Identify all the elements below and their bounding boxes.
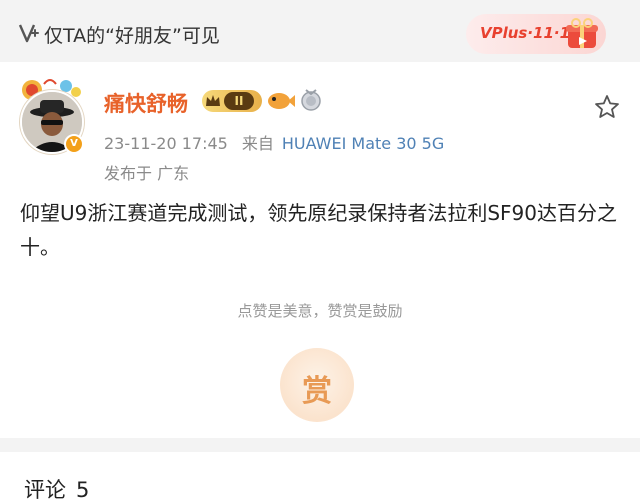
post-card: V 痛快舒畅 II 23-11-20 17:45 来自 HUAWEI Mate 30…: [0, 62, 640, 438]
comments-label: 评论: [24, 478, 66, 502]
visibility-bar: 仅TA的“好朋友”可见 VPlus·11·11: [0, 0, 640, 63]
member-level-text: II: [224, 92, 254, 110]
author-name[interactable]: 痛快舒畅: [104, 88, 188, 118]
star-outline-icon[interactable]: [594, 94, 620, 120]
source-label: 来自: [241, 134, 274, 153]
visibility-text: 仅TA的“好朋友”可见: [44, 25, 220, 47]
post-meta: 23-11-20 17:45 来自 HUAWEI Mate 30 5G: [104, 130, 444, 154]
comments-count: 5: [76, 478, 90, 502]
post-timestamp: 23-11-20 17:45: [104, 134, 228, 153]
reward-button[interactable]: 赏: [280, 348, 354, 422]
visibility-v-icon: [18, 24, 39, 43]
reward-button-label: 赏: [302, 374, 332, 409]
comments-header[interactable]: 评论 5: [24, 474, 89, 504]
v-verified-icon: V: [64, 134, 84, 154]
reward-hint: 点赞是美意，赞赏是鼓励: [237, 302, 403, 320]
crown-icon: [206, 95, 220, 106]
member-level-badge[interactable]: II: [202, 90, 262, 112]
gift-box-icon: [566, 18, 598, 48]
post-text: 仰望U9浙江赛道完成测试，领先原纪录保持者法拉利SF90达百分之十。: [20, 201, 618, 259]
fish-badge-icon[interactable]: [266, 88, 296, 114]
section-divider: [0, 438, 640, 452]
device-link[interactable]: HUAWEI Mate 30 5G: [282, 134, 444, 153]
medal-badge-icon[interactable]: [300, 88, 322, 112]
post-location: 发布于 广东: [104, 164, 190, 183]
avatar-container[interactable]: V: [14, 74, 92, 154]
vplus-promo-banner[interactable]: VPlus·11·11: [466, 14, 606, 54]
